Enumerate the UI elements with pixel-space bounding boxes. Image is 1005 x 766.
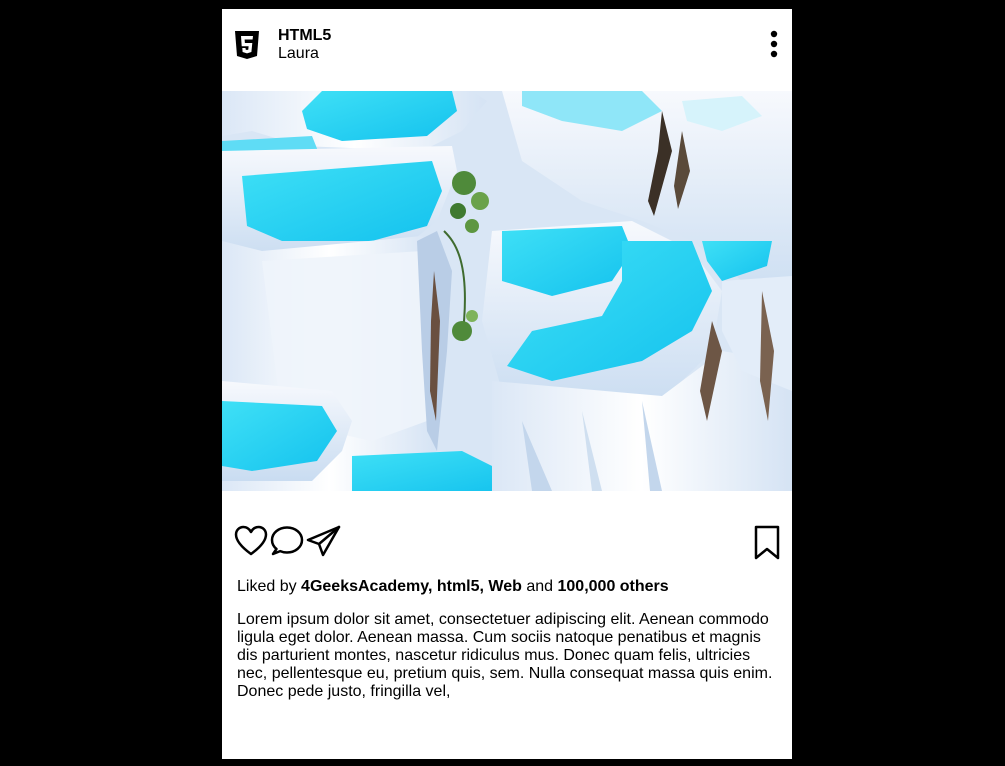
post-photo xyxy=(222,91,792,491)
comment-bubble-icon[interactable] xyxy=(270,525,304,557)
brand-name[interactable]: HTML5 xyxy=(278,27,331,45)
liked-by-names[interactable]: 4GeeksAcademy, html5, Web xyxy=(301,578,522,595)
bookmark-icon[interactable] xyxy=(753,525,781,561)
account-names: HTML5 Laura xyxy=(278,27,331,63)
post-card: HTML5 Laura Liked by 4GeeksAcademy, html… xyxy=(222,9,792,759)
post-caption: Lorem ipsum dolor sit amet, consectetuer… xyxy=(237,611,773,700)
likes-others-count[interactable]: 100,000 others xyxy=(558,578,669,595)
likes-summary: Liked by 4GeeksAcademy, html5, Web and 1… xyxy=(237,578,669,596)
username[interactable]: Laura xyxy=(278,45,331,63)
post-actions xyxy=(222,525,792,565)
likes-prefix: Liked by xyxy=(237,578,297,595)
heart-icon[interactable] xyxy=(234,525,268,557)
html5-shield-icon xyxy=(235,31,259,59)
likes-conjunction: and xyxy=(526,578,554,595)
post-header: HTML5 Laura xyxy=(222,9,792,91)
paper-plane-icon[interactable] xyxy=(306,525,342,557)
more-vertical-icon[interactable] xyxy=(766,30,782,60)
